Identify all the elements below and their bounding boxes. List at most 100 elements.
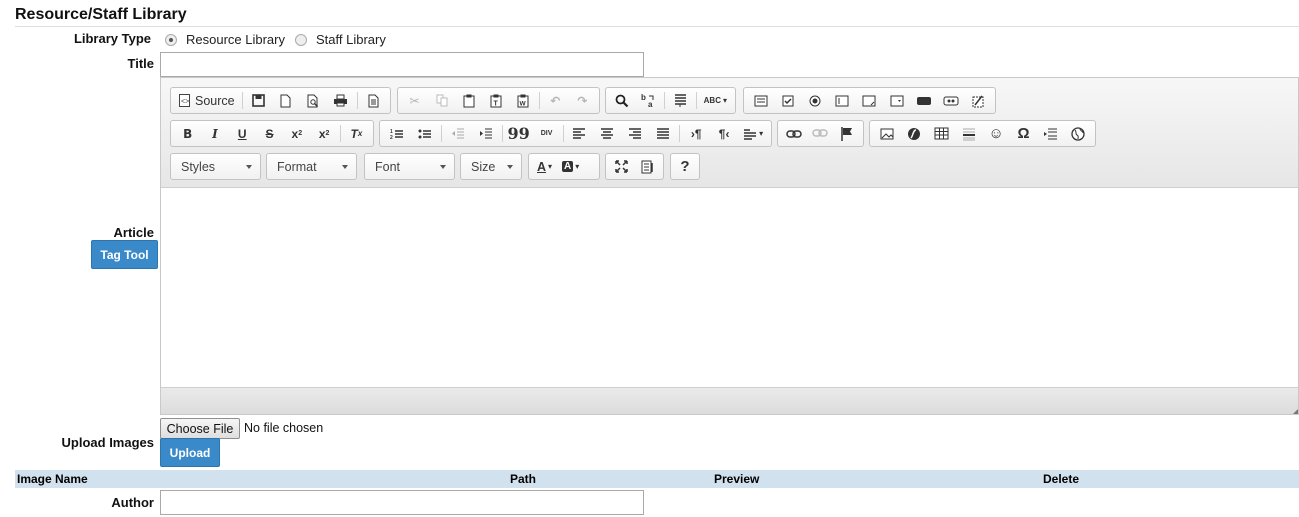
text-color-icon[interactable]: A ▾ <box>532 155 557 178</box>
size-dropdown[interactable]: Size <box>460 153 522 180</box>
choose-file-button[interactable]: Choose File <box>160 418 240 439</box>
bold-icon[interactable]: B <box>174 122 201 145</box>
svg-text:W: W <box>520 100 527 107</box>
radio-resource-library[interactable]: Resource Library <box>165 32 285 47</box>
superscript-icon[interactable]: x2 <box>310 122 337 145</box>
toolbar-separator <box>440 125 442 142</box>
upload-button[interactable]: Upload <box>160 438 220 467</box>
radio-button-icon[interactable] <box>801 89 828 112</box>
numbered-list-icon[interactable]: 12 <box>383 122 411 145</box>
unlink-icon[interactable] <box>807 122 833 145</box>
spellcheck-icon[interactable]: ABC ▾ <box>699 89 732 112</box>
editor-content-area[interactable] <box>161 188 1298 388</box>
find-icon[interactable] <box>609 89 636 112</box>
outdent-icon[interactable] <box>444 122 472 145</box>
toolbar-group-clipboard: ✂ T W ↶ ↷ <box>397 87 600 114</box>
bulleted-list-icon[interactable] <box>411 122 439 145</box>
spellcheck-label[interactable]: ABC <box>704 96 721 105</box>
select-all-icon[interactable] <box>667 89 694 112</box>
underline-icon[interactable]: U <box>229 122 256 145</box>
radio-unselected-icon[interactable] <box>295 33 307 46</box>
cut-icon[interactable]: ✂ <box>401 89 428 112</box>
title-input[interactable] <box>160 52 644 77</box>
blockquote-icon[interactable]: 99 <box>505 122 533 145</box>
maximize-icon[interactable] <box>609 155 635 178</box>
smiley-icon[interactable]: ☺ <box>983 122 1010 145</box>
font-dropdown-label[interactable]: Font <box>375 160 400 174</box>
save-icon[interactable] <box>245 89 272 112</box>
chevron-down-icon <box>440 165 446 169</box>
checkbox-icon[interactable] <box>774 89 801 112</box>
textarea-icon[interactable] <box>856 89 883 112</box>
styles-dropdown-label[interactable]: Styles <box>181 160 215 174</box>
radio-staff-library-label[interactable]: Staff Library <box>316 32 386 47</box>
justify-icon[interactable] <box>649 122 677 145</box>
format-dropdown[interactable]: Format <box>266 153 357 180</box>
preview-icon[interactable] <box>300 89 327 112</box>
editor-toolbar: <> Source ✂ T W ↶ ↷ ba ABC ▾ B I U S x 2… <box>161 78 1298 188</box>
format-dropdown-label[interactable]: Format <box>277 160 317 174</box>
paste-text-icon[interactable]: T <box>482 89 509 112</box>
indent-icon[interactable] <box>472 122 500 145</box>
redo-icon[interactable]: ↷ <box>569 89 596 112</box>
font-dropdown[interactable]: Font <box>364 153 455 180</box>
size-dropdown-label[interactable]: Size <box>471 160 495 174</box>
toolbar-group-tools <box>605 153 664 180</box>
align-right-icon[interactable] <box>621 122 649 145</box>
print-icon[interactable] <box>327 89 354 112</box>
remove-format-icon[interactable]: Tx <box>343 122 370 145</box>
align-center-icon[interactable] <box>593 122 621 145</box>
toolbar-separator <box>356 92 358 109</box>
templates-icon[interactable] <box>360 89 387 112</box>
select-field-icon[interactable] <box>883 89 910 112</box>
show-blocks-icon[interactable] <box>635 155 661 178</box>
anchor-flag-icon[interactable] <box>834 122 860 145</box>
radio-selected-icon[interactable] <box>165 33 177 46</box>
subscript-icon[interactable]: x2 <box>283 122 310 145</box>
upload-images-label: Upload Images <box>61 435 154 450</box>
italic-icon[interactable]: I <box>201 122 228 145</box>
toolbar-group-insert: ☺ Ω <box>869 120 1096 147</box>
toolbar-separator <box>538 92 540 109</box>
author-input[interactable] <box>160 490 644 515</box>
link-icon[interactable] <box>781 122 807 145</box>
tag-tool-button[interactable]: Tag Tool <box>91 240 158 269</box>
undo-icon[interactable]: ↶ <box>542 89 569 112</box>
horizontal-rule-icon[interactable] <box>955 122 982 145</box>
create-div-icon[interactable]: DIV <box>533 122 561 145</box>
text-field-icon[interactable] <box>829 89 856 112</box>
form-icon[interactable] <box>747 89 774 112</box>
images-table-header: Image Name Path Preview Delete <box>15 470 1299 488</box>
flash-icon[interactable] <box>900 122 927 145</box>
background-color-icon[interactable]: A ▾ <box>557 155 584 178</box>
page-break-icon[interactable] <box>1037 122 1064 145</box>
text-direction-rtl-icon[interactable]: ¶‹ <box>710 122 738 145</box>
button-field-icon[interactable] <box>910 89 937 112</box>
column-path: Path <box>510 472 537 486</box>
image-button-icon[interactable] <box>938 89 965 112</box>
replace-icon[interactable]: ba <box>636 89 663 112</box>
source-icon: <> <box>179 94 190 107</box>
styles-dropdown[interactable]: Styles <box>170 153 261 180</box>
copy-icon[interactable] <box>428 89 455 112</box>
paste-icon[interactable] <box>455 89 482 112</box>
radio-resource-library-label[interactable]: Resource Library <box>186 32 285 47</box>
source-button-label[interactable]: Source <box>195 94 235 108</box>
toolbar-separator <box>679 125 681 142</box>
strikethrough-icon[interactable]: S <box>256 122 283 145</box>
radio-staff-library[interactable]: Staff Library <box>295 32 386 47</box>
image-icon[interactable] <box>873 122 900 145</box>
align-left-icon[interactable] <box>566 122 594 145</box>
paste-word-icon[interactable]: W <box>510 89 537 112</box>
table-icon[interactable] <box>928 122 955 145</box>
text-direction-ltr-icon[interactable]: ›¶ <box>682 122 710 145</box>
language-icon[interactable]: ▾ <box>738 122 768 145</box>
iframe-globe-icon[interactable] <box>1065 122 1092 145</box>
help-icon[interactable]: ? <box>671 155 699 178</box>
source-button[interactable]: <> Source <box>174 89 240 112</box>
new-page-icon[interactable] <box>272 89 299 112</box>
toolbar-group-document: <> Source <box>170 87 391 114</box>
resize-handle-icon[interactable] <box>1293 409 1298 414</box>
hidden-field-icon[interactable] <box>965 89 992 112</box>
special-char-icon[interactable]: Ω <box>1010 122 1037 145</box>
